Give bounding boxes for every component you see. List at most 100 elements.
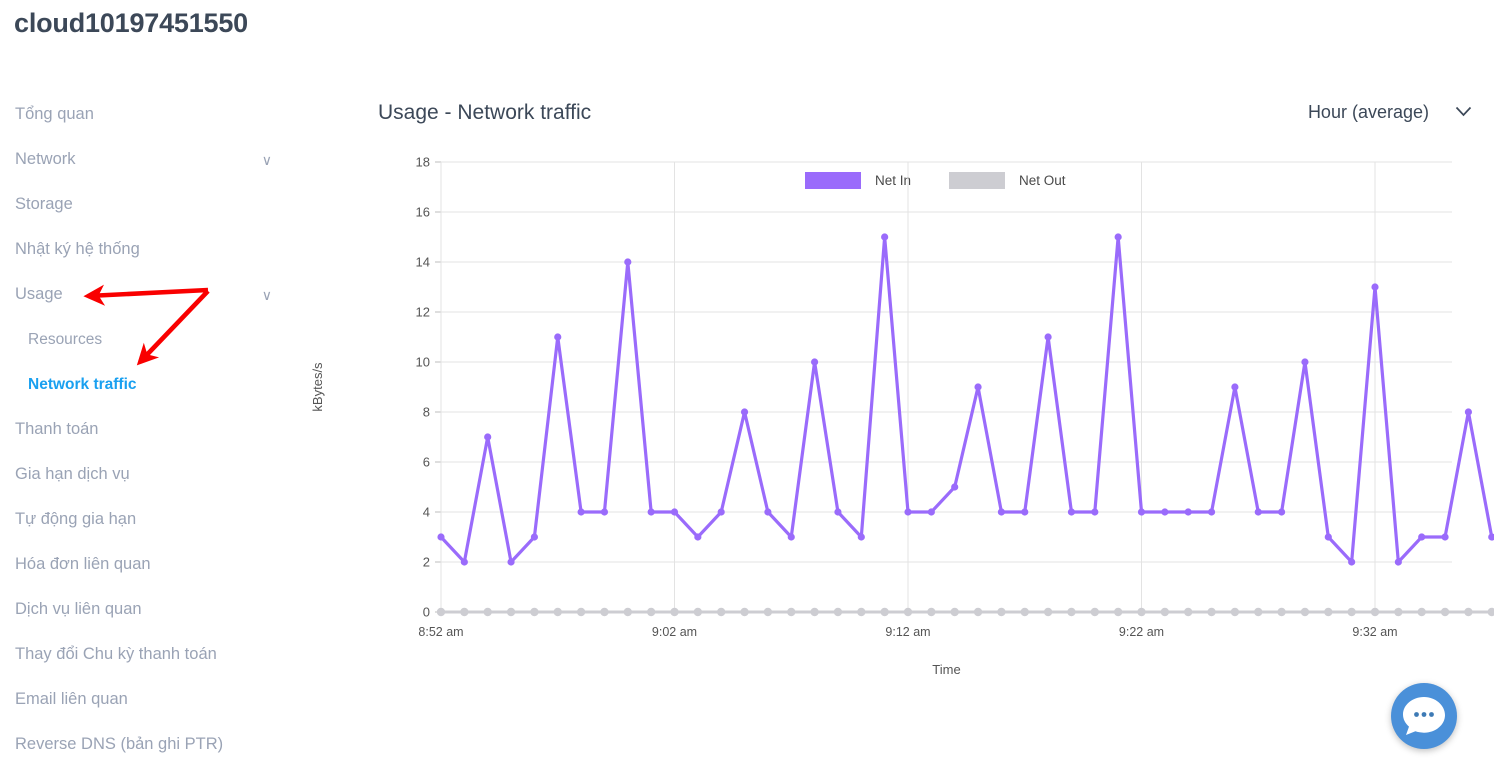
data-point[interactable] — [1184, 607, 1193, 617]
data-point[interactable] — [1137, 508, 1146, 516]
data-point[interactable] — [484, 433, 492, 441]
data-point[interactable] — [600, 508, 609, 516]
data-point[interactable] — [950, 607, 959, 617]
sidebar-item-2[interactable]: Storage — [0, 182, 300, 227]
data-point[interactable] — [740, 408, 749, 416]
data-point[interactable] — [1394, 607, 1403, 617]
data-point[interactable] — [1161, 508, 1169, 516]
data-point[interactable] — [1418, 533, 1426, 541]
data-point[interactable] — [903, 607, 913, 617]
data-point[interactable] — [1231, 383, 1239, 391]
data-point[interactable] — [764, 508, 772, 516]
data-point[interactable] — [951, 483, 959, 491]
data-point[interactable] — [1020, 607, 1029, 617]
sidebar-item-5[interactable]: Resources — [0, 317, 300, 362]
network-traffic-chart[interactable]: 0 2 4 6 8 10 12 14 16 18 8:52 am 9:02 am 9:12 am 9:22… — [300, 144, 1494, 764]
data-point[interactable] — [460, 607, 469, 617]
data-point[interactable] — [997, 508, 1006, 516]
data-point[interactable] — [554, 333, 562, 341]
data-point[interactable] — [1347, 607, 1356, 617]
sidebar-item-12[interactable]: Thay đổi Chu kỳ thanh toán — [0, 632, 300, 677]
data-point[interactable] — [974, 383, 982, 391]
data-point[interactable] — [1160, 607, 1170, 617]
data-point[interactable] — [787, 533, 795, 541]
data-point[interactable] — [810, 607, 819, 617]
data-point[interactable] — [857, 607, 866, 617]
data-point[interactable] — [1207, 607, 1216, 617]
data-point[interactable] — [437, 533, 445, 541]
data-point[interactable] — [857, 533, 865, 541]
sidebar-item-11[interactable]: Dịch vụ liên quan — [0, 587, 300, 632]
sidebar-item-10[interactable]: Hóa đơn liên quan — [0, 542, 300, 587]
data-point[interactable] — [740, 607, 749, 617]
sidebar-item-4[interactable]: Usage ∨ — [0, 272, 300, 317]
data-point[interactable] — [1021, 508, 1029, 516]
data-point[interactable] — [600, 607, 609, 617]
data-point[interactable] — [483, 607, 492, 617]
data-point[interactable] — [1487, 607, 1494, 617]
data-point[interactable] — [1300, 607, 1310, 617]
data-point[interactable] — [1043, 607, 1053, 617]
data-point[interactable] — [670, 508, 679, 516]
data-point[interactable] — [881, 233, 889, 241]
data-point[interactable] — [1114, 233, 1122, 241]
sidebar-item-0[interactable]: Tổng quan — [0, 92, 300, 137]
sidebar-item-3[interactable]: Nhật ký hệ thống — [0, 227, 300, 272]
data-point[interactable] — [1090, 607, 1099, 617]
data-point[interactable] — [1440, 607, 1450, 617]
data-point[interactable] — [530, 607, 539, 617]
data-point[interactable] — [1348, 558, 1356, 566]
data-point[interactable] — [670, 607, 679, 617]
data-point[interactable] — [1067, 508, 1076, 516]
data-point[interactable] — [717, 508, 725, 516]
data-point[interactable] — [927, 508, 935, 516]
data-point[interactable] — [1371, 283, 1379, 291]
data-point[interactable] — [1113, 607, 1123, 617]
sidebar-item-1[interactable]: Network ∨ — [0, 137, 300, 182]
data-point[interactable] — [460, 558, 468, 566]
data-point[interactable] — [880, 607, 889, 617]
data-point[interactable] — [436, 607, 446, 617]
data-point[interactable] — [1464, 408, 1472, 416]
data-point[interactable] — [577, 508, 585, 516]
data-point[interactable] — [1324, 607, 1333, 617]
data-point[interactable] — [623, 607, 632, 617]
data-point[interactable] — [646, 607, 656, 617]
data-point[interactable] — [1254, 508, 1262, 516]
chat-widget-button[interactable] — [1391, 683, 1457, 749]
sidebar-item-6[interactable]: Network traffic — [0, 362, 300, 407]
data-point[interactable] — [927, 607, 936, 617]
data-point[interactable] — [624, 258, 632, 266]
data-point[interactable] — [833, 607, 843, 617]
data-point[interactable] — [1394, 558, 1402, 566]
data-point[interactable] — [506, 607, 516, 617]
data-point[interactable] — [811, 358, 819, 366]
sidebar-item-14[interactable]: Reverse DNS (bản ghi PTR) — [0, 722, 300, 765]
data-point[interactable] — [1278, 508, 1286, 516]
data-point[interactable] — [1207, 508, 1216, 516]
data-point[interactable] — [647, 508, 655, 516]
data-point[interactable] — [1137, 607, 1146, 617]
data-point[interactable] — [1417, 607, 1426, 617]
data-point[interactable] — [693, 607, 703, 617]
data-point[interactable] — [1464, 607, 1473, 617]
data-point[interactable] — [1441, 533, 1449, 541]
data-point[interactable] — [576, 607, 586, 617]
data-point[interactable] — [1044, 333, 1052, 341]
sidebar-item-7[interactable]: Thanh toán — [0, 407, 300, 452]
data-point[interactable] — [1184, 508, 1192, 516]
data-point[interactable] — [1091, 508, 1099, 516]
data-point[interactable] — [1324, 533, 1332, 541]
data-point[interactable] — [717, 607, 726, 617]
data-point[interactable] — [997, 607, 1006, 617]
data-point[interactable] — [1254, 607, 1263, 617]
data-point[interactable] — [1488, 533, 1494, 541]
data-point[interactable] — [834, 508, 842, 516]
range-selector[interactable]: Hour (average) — [1308, 102, 1472, 123]
data-point[interactable] — [530, 533, 538, 541]
data-point[interactable] — [1230, 607, 1240, 617]
data-point[interactable] — [694, 533, 702, 541]
data-point[interactable] — [787, 607, 796, 617]
sidebar-item-9[interactable]: Tự động gia hạn — [0, 497, 300, 542]
data-point[interactable] — [1277, 607, 1286, 617]
